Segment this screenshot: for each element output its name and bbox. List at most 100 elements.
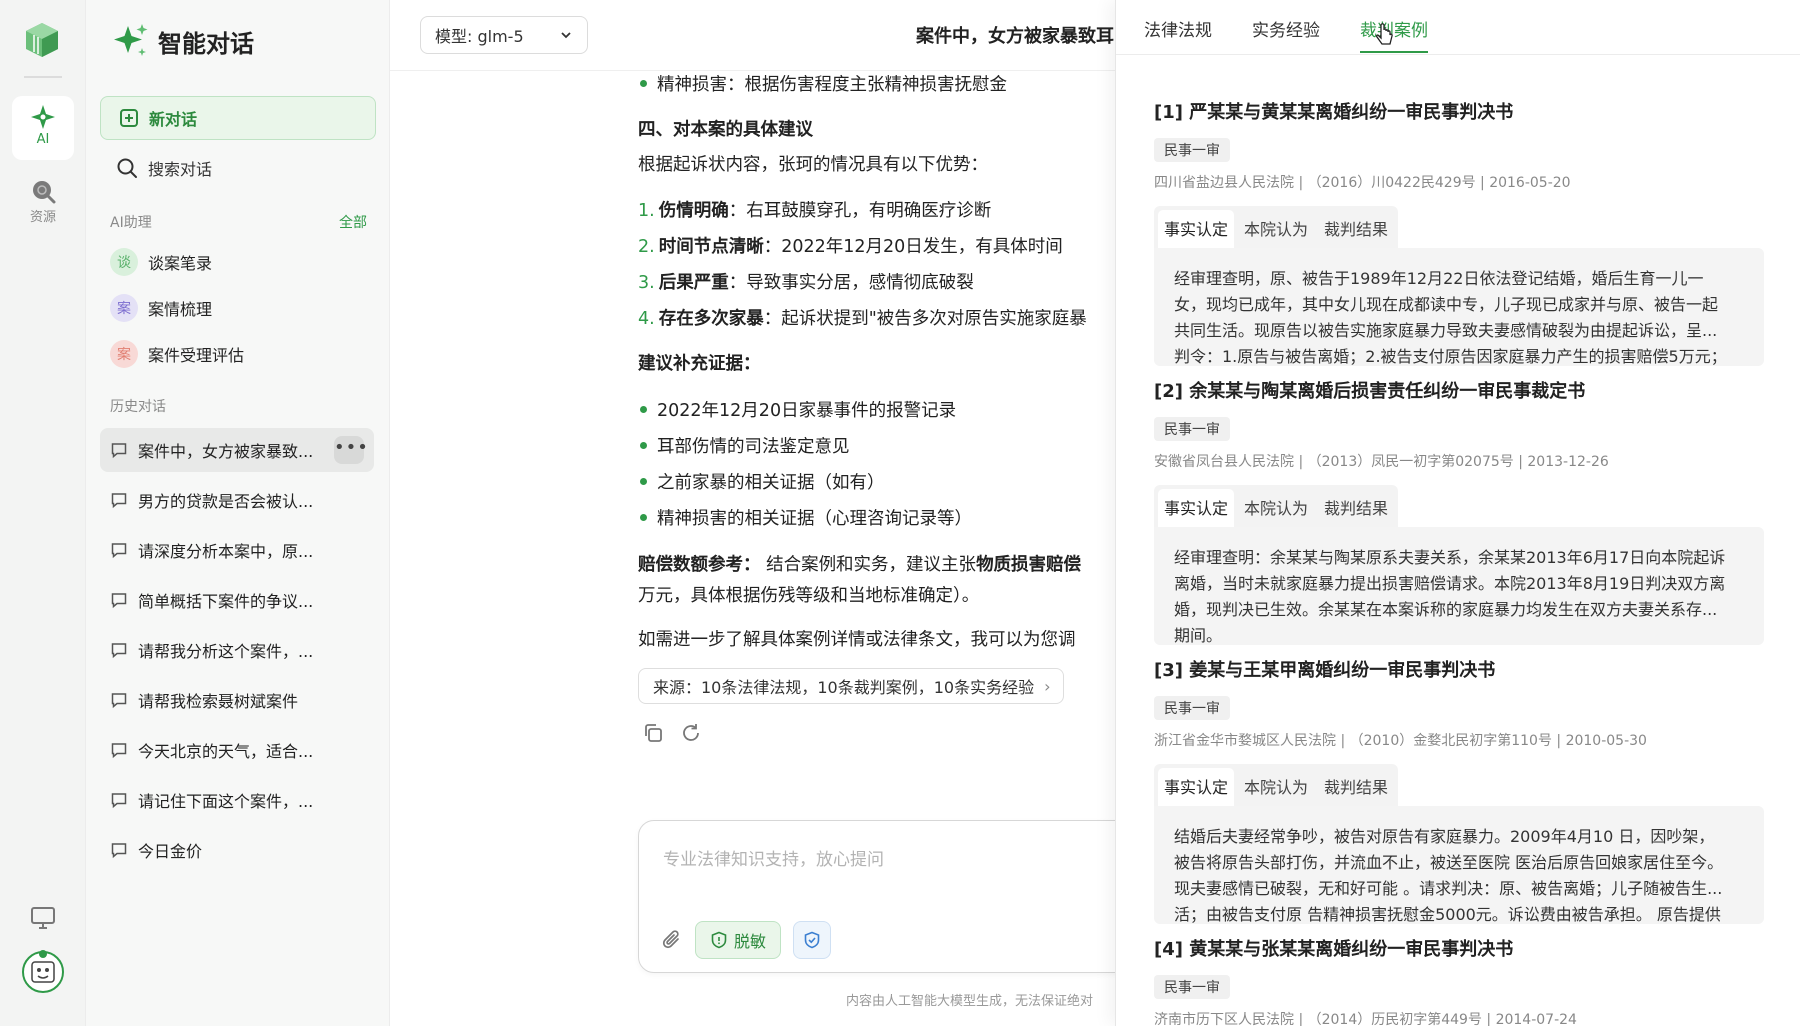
case-card: [3] 姜某与王某甲离婚纠纷一审民事判决书 民事一审浙江省金华市婺城区人民法院 |… (1154, 656, 1764, 924)
new-chat-label: 新对话 (149, 110, 198, 129)
case-section-tab[interactable]: 裁判结果 (1318, 489, 1394, 527)
refresh-icon[interactable] (680, 722, 702, 744)
case-section-tab[interactable]: 本院认为 (1238, 768, 1314, 806)
model-select-value: 模型: glm-5 (435, 27, 524, 46)
case-section-tab[interactable]: 事实认定 (1158, 210, 1235, 248)
history-item[interactable]: 请记住下面这个案件，... (100, 778, 374, 822)
case-title[interactable]: [4] 黄某某与张某某离婚纠纷一审民事判决书 (1154, 935, 1764, 961)
search-icon (117, 158, 137, 178)
more-options-icon[interactable]: ••• (334, 436, 368, 464)
assistant-name: 案情梳理 (148, 300, 213, 319)
case-section-tab[interactable]: 裁判结果 (1318, 768, 1394, 806)
case-meta: 安徽省凤台县人民法院 | （2013）凤民一初字第02075号 | 2013-1… (1154, 454, 1609, 470)
search-chats-label: 搜索对话 (148, 160, 213, 179)
case-excerpt-line: 期间。 (1174, 626, 1223, 645)
app-logo-icon (26, 23, 58, 57)
assistants-section-label: AI助理 (110, 215, 152, 231)
history-item-label: 男方的贷款是否会被认... (138, 492, 314, 511)
sources-button[interactable]: 来源：10条法律法规，10条裁判案例，10条实务经验 › (638, 668, 1064, 704)
chat-bubble-icon (111, 443, 127, 459)
case-section-tab[interactable]: 本院认为 (1238, 489, 1314, 527)
rail-item-resources[interactable]: 资源 (12, 170, 74, 234)
desensitize-toggle[interactable]: 脱敏 (695, 921, 782, 959)
history-item[interactable]: 简单概括下案件的争议... (100, 578, 374, 622)
case-excerpt-line: 经审理查明，原、被告于1989年12月22日依法登记结婚，婚后生育一儿一 (1174, 269, 1704, 288)
monitor-icon[interactable] (30, 906, 56, 930)
assistant-item[interactable]: 案 案情梳理 (110, 294, 212, 322)
answer-line: 万元，具体根据伤残等级和当地标准确定）。 (638, 586, 980, 606)
chat-main: 模型: glm-5 案件中，女方被家暴致耳 精神损害：根据伤害程度主张精神损害抚… (390, 0, 1138, 1026)
assistant-avatar: 谈 (110, 248, 138, 276)
answer-line: 根据起诉状内容，张珂的情况具有以下优势： (638, 155, 988, 175)
case-excerpt-line: 被告将原告头部打伤，并流血不止，被送至医院 医治后原告回娘家居住至今。 (1174, 853, 1724, 872)
rail-item-ai[interactable]: AI (12, 96, 74, 160)
answer-line: 精神损害：根据伤害程度主张精神损害抚慰金 (638, 72, 1118, 98)
case-card: [4] 黄某某与张某某离婚纠纷一审民事判决书 民事一审 济南市历下区人民法院 | （… (1154, 935, 1764, 1026)
case-meta: 四川省盐边县人民法院 | （2016）川0422民429号 | 2016-05-… (1154, 175, 1571, 191)
case-section-tab[interactable]: 事实认定 (1158, 489, 1235, 527)
history-item-label: 今日金价 (138, 842, 203, 861)
case-section-tabs: 事实认定 本院认为 裁判结果 (1154, 764, 1399, 806)
privacy-shield-button[interactable] (793, 921, 832, 959)
chevron-down-icon (561, 32, 571, 39)
answer-bullet: 精神损害的相关证据（心理咨询记录等） (638, 506, 1118, 532)
new-chat-button[interactable]: 新对话 (100, 96, 376, 140)
assistant-name: 谈案笔录 (148, 254, 213, 273)
rail-divider (24, 76, 62, 78)
assistant-avatar: 案 (110, 294, 138, 322)
tab-cases[interactable]: 裁判案例 (1360, 16, 1428, 53)
chat-bubble-icon (111, 793, 127, 809)
case-excerpt-line: 经审理查明：余某某与陶某原系夫妻关系，余某某2013年6月17日向本院起诉 (1174, 548, 1726, 567)
tab-practice[interactable]: 实务经验 (1252, 16, 1320, 53)
history-item-label: 今天北京的天气，适合... (138, 742, 314, 761)
case-excerpt-line: 结婚后夫妻经常争吵，被告对原告有家庭暴力。2009年4月10 日，因吵架， (1174, 827, 1715, 846)
history-item-label: 请深度分析本案中，原... (138, 542, 314, 561)
answer-numbered-item: 2. 时间节点清晰：2022年12月20日发生，有具体时间 (638, 237, 1063, 257)
search-chats[interactable]: 搜索对话 (116, 156, 212, 180)
model-select[interactable]: 模型: glm-5 (420, 16, 588, 54)
case-type-badge: 民事一审 (1154, 975, 1230, 999)
brand: 智能对话 (112, 22, 254, 60)
history-item-label: 案件中，女方被家暴致... (138, 442, 314, 461)
history-item-label: 简单概括下案件的争议... (138, 592, 314, 611)
chevron-right-icon: › (1044, 676, 1051, 696)
shield-check-icon (804, 931, 820, 949)
history-item[interactable]: 今日金价 (100, 828, 374, 872)
chat-input-box[interactable]: 专业法律知识支持，放心提问 脱敏 (638, 820, 1138, 973)
case-title[interactable]: [3] 姜某与王某甲离婚纠纷一审民事判决书 (1154, 656, 1764, 682)
history-item[interactable]: 今天北京的天气，适合... (100, 728, 374, 772)
case-excerpt-line: 女，现均已成年，其中女儿现在成都读中专，儿子现已成家并与原、被告一起 (1174, 295, 1719, 314)
case-section-tab[interactable]: 事实认定 (1158, 768, 1235, 806)
case-excerpt: 结婚后夫妻经常争吵，被告对原告有家庭暴力。2009年4月10 日，因吵架， 被告将… (1154, 806, 1764, 924)
chat-bubble-icon (111, 593, 127, 609)
assistant-item[interactable]: 谈 谈案笔录 (110, 248, 212, 276)
sidebar: 智能对话 新对话 搜索对话 AI助理 全部 谈 谈案笔录 案 案情梳理 案 案件… (86, 0, 390, 1026)
avatar[interactable] (20, 948, 66, 994)
assistants-all-link[interactable]: 全部 (339, 212, 367, 232)
case-title[interactable]: [2] 余某某与陶某离婚后损害责任纠纷一审民事裁定书 (1154, 377, 1764, 403)
answer-line: 赔偿数额参考： 结合案例和实务，建议主张物质损害赔偿 (638, 555, 1082, 575)
history-item-label: 请帮我分析这个案件，... (138, 642, 314, 661)
assistant-name: 案件受理评估 (148, 346, 245, 365)
history-item[interactable]: 请深度分析本案中，原... (100, 528, 374, 572)
case-title[interactable]: [1] 严某某与黄某某离婚纠纷一审民事判决书 (1154, 98, 1764, 124)
case-type-badge: 民事一审 (1154, 417, 1230, 441)
case-excerpt-line: 离婚，当时未就家庭暴力提出损害赔偿请求。本院2013年8月19日判决双方离 (1174, 574, 1726, 593)
case-card: [2] 余某某与陶某离婚后损害责任纠纷一审民事裁定书 民事一审安徽省凤台县人民法院… (1154, 377, 1764, 645)
chat-bubble-icon (111, 693, 127, 709)
tab-laws[interactable]: 法律法规 (1144, 16, 1212, 53)
history-item[interactable]: 男方的贷款是否会被认... (100, 478, 374, 522)
assistant-item[interactable]: 案 案件受理评估 (110, 340, 244, 368)
history-item[interactable]: 请帮我分析这个案件，... (100, 628, 374, 672)
case-meta: 浙江省金华市婺城区人民法院 | （2010）金婺北民初字第110号 | 2010… (1154, 733, 1647, 749)
case-type-badge: 民事一审 (1154, 696, 1230, 720)
history-item[interactable]: 请帮我检索聂树斌案件 (100, 678, 374, 722)
copy-icon[interactable] (642, 722, 664, 744)
tabs-divider (1116, 54, 1800, 55)
case-section-tab[interactable]: 裁判结果 (1318, 210, 1394, 248)
case-section-tab[interactable]: 本院认为 (1238, 210, 1314, 248)
paperclip-icon[interactable] (661, 929, 683, 951)
chat-bubble-icon (111, 843, 127, 859)
history-item[interactable]: 案件中，女方被家暴致... ••• (100, 428, 374, 472)
plus-square-icon (120, 109, 138, 127)
